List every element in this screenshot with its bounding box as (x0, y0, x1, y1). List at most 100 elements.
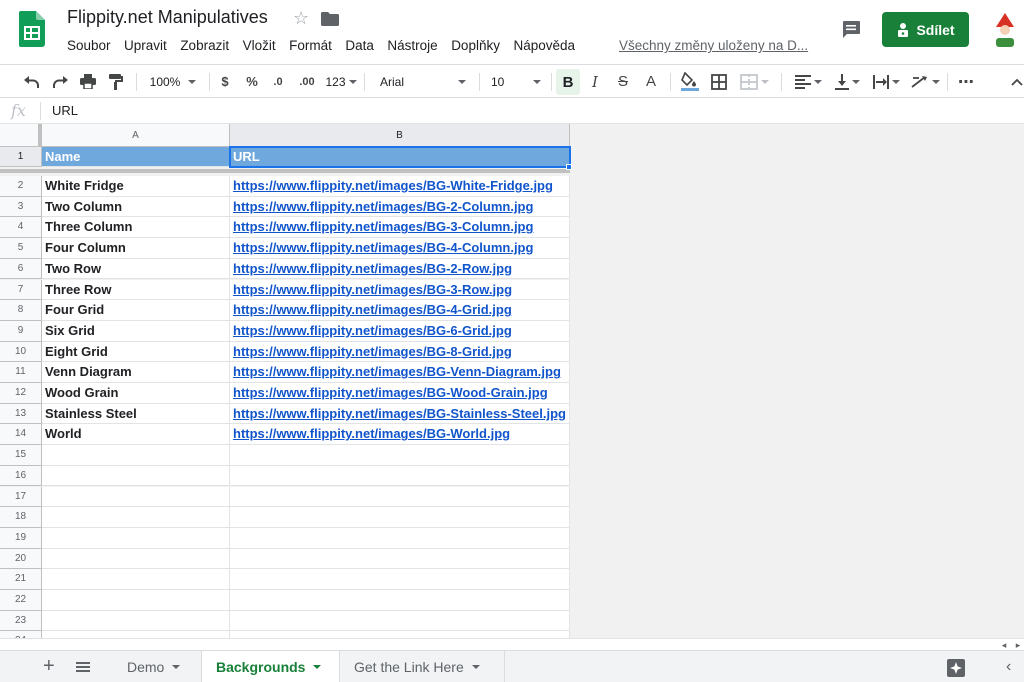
horizontal-scrollbar[interactable]: ◂ ▸ (0, 638, 1024, 650)
fill-color-icon[interactable] (678, 65, 702, 98)
name-cell[interactable] (42, 465, 230, 487)
name-cell[interactable] (42, 631, 230, 638)
column-title-cell[interactable]: URL (230, 147, 570, 167)
bold-button[interactable]: B (556, 69, 580, 95)
url-cell[interactable] (230, 548, 570, 570)
name-cell[interactable] (42, 590, 230, 611)
explore-icon[interactable] (947, 659, 965, 677)
column-header-a[interactable]: A (42, 124, 230, 147)
italic-button[interactable]: I (584, 65, 606, 98)
name-cell[interactable]: Venn Diagram (42, 362, 230, 383)
tab-backgrounds[interactable]: Backgrounds (202, 651, 340, 682)
text-color-button[interactable]: A (640, 65, 662, 98)
name-cell[interactable]: Two Column (42, 196, 230, 218)
strikethrough-button[interactable]: S (612, 65, 634, 98)
scroll-left-icon[interactable]: ◂ (998, 640, 1010, 650)
name-cell[interactable]: World (42, 424, 230, 446)
name-cell[interactable]: Four Grid (42, 300, 230, 321)
formula-input[interactable]: URL (52, 103, 78, 118)
undo-icon[interactable] (20, 65, 44, 98)
name-cell[interactable]: Three Row (42, 279, 230, 301)
save-status-link[interactable]: Všechny změny uloženy na D... (619, 37, 808, 55)
share-button[interactable]: Sdílet (882, 12, 969, 47)
row-header[interactable]: 9 (0, 320, 42, 342)
url-cell[interactable] (230, 465, 570, 487)
row-header[interactable]: 4 (0, 217, 42, 239)
url-cell[interactable] (230, 610, 570, 632)
url-link-cell[interactable]: https://www.flippity.net/images/BG-2-Col… (230, 196, 570, 218)
menu-file[interactable]: Soubor (67, 37, 117, 55)
row-header[interactable]: 1 (0, 147, 42, 167)
fill-handle[interactable] (566, 164, 572, 170)
sheets-logo-icon[interactable] (19, 11, 45, 47)
url-link-cell[interactable]: https://www.flippity.net/images/BG-White… (230, 176, 570, 197)
print-icon[interactable] (76, 65, 100, 98)
menu-data[interactable]: Data (345, 37, 380, 55)
name-cell[interactable]: White Fridge (42, 176, 230, 197)
more-icon[interactable]: ⋯ (954, 65, 978, 98)
url-link-cell[interactable]: https://www.flippity.net/images/BG-2-Row… (230, 258, 570, 280)
row-header[interactable]: 19 (0, 527, 42, 549)
add-sheet-icon[interactable]: + (43, 656, 55, 676)
url-cell[interactable] (230, 569, 570, 590)
horizontal-align-icon[interactable] (792, 65, 824, 98)
row-header[interactable]: 13 (0, 403, 42, 425)
row-header[interactable]: 24 (0, 631, 42, 638)
paint-format-icon[interactable] (104, 65, 128, 98)
row-header[interactable]: 18 (0, 507, 42, 528)
row-header[interactable]: 3 (0, 196, 42, 218)
row-header[interactable]: 6 (0, 258, 42, 280)
row-header[interactable]: 2 (0, 176, 42, 197)
row-header[interactable]: 17 (0, 486, 42, 508)
row-header[interactable]: 23 (0, 610, 42, 632)
row-header[interactable]: 12 (0, 383, 42, 404)
row-header[interactable]: 20 (0, 548, 42, 570)
name-cell[interactable]: Four Column (42, 238, 230, 259)
url-cell[interactable] (230, 507, 570, 528)
name-cell[interactable]: Two Row (42, 258, 230, 280)
name-cell[interactable] (42, 527, 230, 549)
name-cell[interactable]: Eight Grid (42, 341, 230, 363)
url-link-cell[interactable]: https://www.flippity.net/images/BG-Venn-… (230, 362, 570, 383)
increase-decimal-button[interactable]: .00 (295, 65, 319, 98)
url-cell[interactable] (230, 631, 570, 638)
menu-insert[interactable]: Vložit (243, 37, 283, 55)
url-link-cell[interactable]: https://www.flippity.net/images/BG-4-Col… (230, 238, 570, 259)
name-cell[interactable] (42, 507, 230, 528)
menu-format[interactable]: Formát (289, 37, 338, 55)
url-cell[interactable] (230, 527, 570, 549)
row-header[interactable]: 21 (0, 569, 42, 590)
menu-view[interactable]: Zobrazit (180, 37, 235, 55)
menu-help[interactable]: Nápověda (513, 37, 581, 55)
name-cell[interactable] (42, 610, 230, 632)
text-rotation-icon[interactable] (908, 65, 942, 98)
row-header[interactable]: 15 (0, 445, 42, 466)
menu-tools[interactable]: Nástroje (387, 37, 444, 55)
column-title-cell[interactable]: Name (42, 147, 230, 167)
url-link-cell[interactable]: https://www.flippity.net/images/BG-Wood-… (230, 383, 570, 404)
font-size-select[interactable]: 10 (489, 65, 545, 98)
url-link-cell[interactable]: https://www.flippity.net/images/BG-World… (230, 424, 570, 446)
row-header[interactable]: 22 (0, 590, 42, 611)
tab-demo[interactable]: Demo (113, 651, 202, 682)
side-panel-collapse-icon[interactable]: ‹ (1006, 658, 1011, 676)
url-link-cell[interactable]: https://www.flippity.net/images/BG-3-Row… (230, 279, 570, 301)
freeze-row-divider[interactable] (0, 169, 570, 173)
column-header-b[interactable]: B (230, 124, 570, 147)
document-title[interactable]: Flippity.net Manipulatives (67, 7, 268, 28)
decrease-decimal-button[interactable]: .0 (269, 65, 287, 98)
name-cell[interactable]: Three Column (42, 217, 230, 239)
select-all-corner[interactable] (0, 124, 42, 147)
scroll-right-icon[interactable]: ▸ (1012, 640, 1024, 650)
menu-addons[interactable]: Doplňky (451, 37, 506, 55)
name-cell[interactable] (42, 445, 230, 466)
menu-edit[interactable]: Upravit (124, 37, 173, 55)
text-wrap-icon[interactable] (869, 65, 903, 98)
url-cell[interactable] (230, 445, 570, 466)
name-cell[interactable]: Six Grid (42, 320, 230, 342)
font-select[interactable]: Arial (378, 65, 470, 98)
vertical-align-icon[interactable] (831, 65, 863, 98)
name-cell[interactable]: Wood Grain (42, 383, 230, 404)
row-header[interactable]: 7 (0, 279, 42, 301)
url-cell[interactable] (230, 486, 570, 508)
